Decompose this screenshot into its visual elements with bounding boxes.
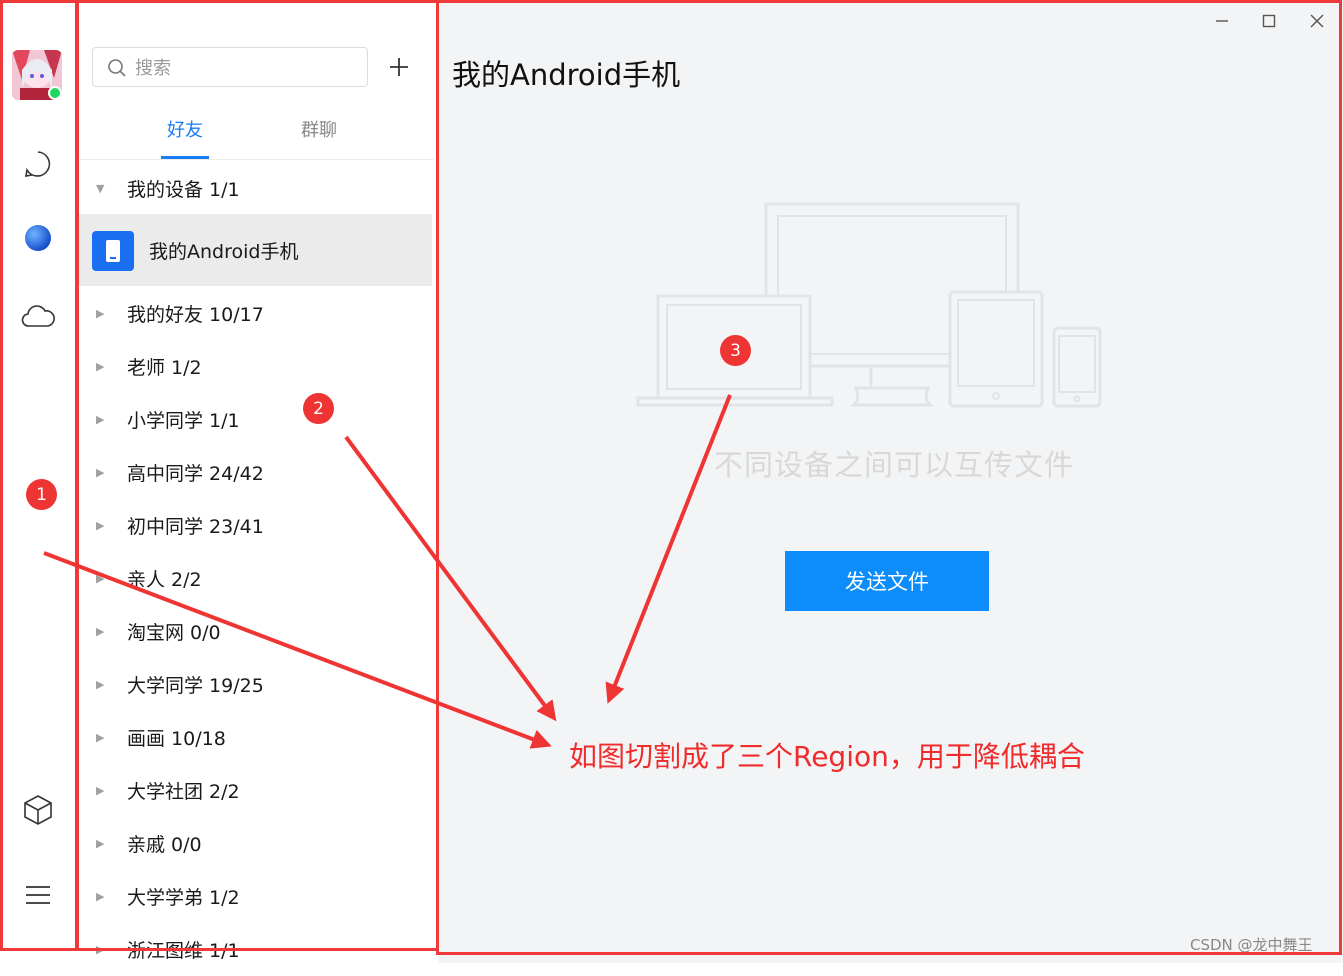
group-row[interactable]: ▶ 画画 10/18 [78,711,434,764]
group-row[interactable]: ▶ 老师 1/2 [78,340,434,393]
caret-right-icon: ▶ [96,943,105,956]
chat-bubble-icon[interactable] [20,146,56,182]
group-label: 我的设备 1/1 [127,179,240,201]
group-row[interactable]: ▶ 小学同学 1/1 [78,393,434,446]
group-row[interactable]: ▶ 亲人 2/2 [78,552,434,605]
group-row-my-devices[interactable]: ▼ 我的设备 1/1 [78,162,434,215]
group-row[interactable]: ▶ 亲戚 0/0 [78,817,434,870]
device-item-android-phone[interactable]: 我的Android手机 [78,214,432,286]
group-label: 老师 1/2 [127,357,202,379]
sphere-icon[interactable] [20,220,56,256]
group-label: 浙江图维 1/1 [127,940,240,962]
device-label: 我的Android手机 [149,241,299,263]
caret-right-icon: ▶ [96,731,105,744]
maximize-icon [1262,14,1276,28]
online-status-dot [48,86,62,100]
group-row[interactable]: ▶ 大学学弟 1/2 [78,870,434,923]
minimize-icon [1216,20,1228,22]
left-navigation-rail [0,0,77,963]
divider [78,159,434,160]
contact-list-pane: 好友 群聊 ▼ 我的设备 1/1 我的Android手机 ▶ 我的好友 10/17… [78,0,434,963]
tab-friends[interactable]: 好友 [158,116,212,146]
search-input[interactable] [133,54,357,82]
search-icon [108,59,126,77]
group-label: 亲人 2/2 [127,569,202,591]
main-content-pane: 我的Android手机 不同设备之间可以互传文件 发送文件 CSDN @龙中舞王 [438,0,1343,963]
menu-icon[interactable] [20,877,56,913]
group-label: 大学学弟 1/2 [127,887,240,909]
caret-right-icon: ▶ [96,519,105,532]
caret-down-icon: ▼ [96,182,105,195]
add-button[interactable] [384,52,414,82]
group-label: 高中同学 24/42 [127,463,264,485]
group-label: 画画 10/18 [127,728,226,750]
caret-right-icon: ▶ [96,678,105,691]
cloud-icon[interactable] [20,298,56,334]
phone-icon [92,231,134,271]
group-row[interactable]: ▶ 浙江图维 1/1 [78,923,434,976]
group-label: 大学社团 2/2 [127,781,240,803]
group-row[interactable]: ▶ 大学同学 19/25 [78,658,434,711]
group-label: 淘宝网 0/0 [127,622,221,644]
group-row[interactable]: ▶ 大学社团 2/2 [78,764,434,817]
caret-right-icon: ▶ [96,360,105,373]
page-title: 我的Android手机 [452,58,681,92]
close-icon [1310,14,1324,28]
group-row[interactable]: ▶ 淘宝网 0/0 [78,605,434,658]
group-label: 大学同学 19/25 [127,675,264,697]
send-file-button[interactable]: 发送文件 [785,551,989,611]
cube-icon[interactable] [20,792,56,828]
caret-right-icon: ▶ [96,572,105,585]
group-label: 我的好友 10/17 [127,304,264,326]
caret-right-icon: ▶ [96,784,105,797]
group-label: 小学同学 1/1 [127,410,240,432]
caret-right-icon: ▶ [96,413,105,426]
maximize-button[interactable] [1255,8,1283,34]
watermark: CSDN @龙中舞王 [1190,936,1313,954]
group-row[interactable]: ▶ 初中同学 23/41 [78,499,434,552]
caret-right-icon: ▶ [96,466,105,479]
caret-right-icon: ▶ [96,307,105,320]
search-box[interactable] [92,47,368,87]
close-button[interactable] [1303,8,1331,34]
plus-icon [390,58,408,76]
minimize-button[interactable] [1208,8,1236,34]
caret-right-icon: ▶ [96,890,105,903]
group-row[interactable]: ▶ 高中同学 24/42 [78,446,434,499]
tab-groups[interactable]: 群聊 [292,116,346,146]
group-label: 初中同学 23/41 [127,516,264,538]
devices-illustration [636,202,1102,408]
caret-right-icon: ▶ [96,625,105,638]
empty-state-text: 不同设备之间可以互传文件 [714,448,1075,482]
group-row[interactable]: ▶ 我的好友 10/17 [78,287,434,340]
caret-right-icon: ▶ [96,837,105,850]
group-label: 亲戚 0/0 [127,834,202,856]
